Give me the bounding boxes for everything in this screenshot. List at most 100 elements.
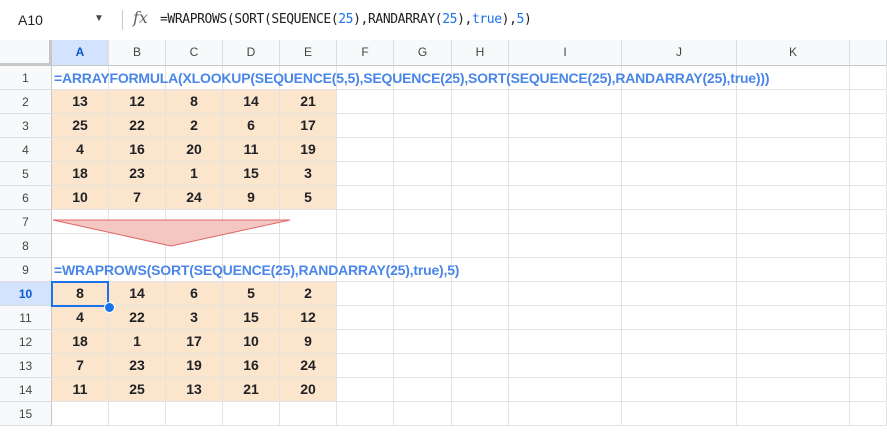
- grid-cell[interactable]: [850, 354, 887, 378]
- grid-cell[interactable]: [737, 354, 850, 378]
- grid-cell[interactable]: 15: [223, 306, 280, 330]
- grid-cell[interactable]: 13: [166, 378, 223, 402]
- grid-cell[interactable]: [337, 114, 394, 138]
- grid-cell[interactable]: 5: [280, 186, 337, 210]
- grid-cell[interactable]: 14: [109, 282, 166, 306]
- grid-cell[interactable]: [622, 138, 737, 162]
- select-all-corner[interactable]: [0, 40, 52, 66]
- grid-cell[interactable]: 9: [223, 186, 280, 210]
- grid-cell[interactable]: [337, 306, 394, 330]
- grid-cell[interactable]: [452, 210, 509, 234]
- grid-cell[interactable]: [452, 402, 509, 426]
- grid-cell[interactable]: 10: [223, 330, 280, 354]
- grid-cell[interactable]: [850, 402, 887, 426]
- grid-cell[interactable]: 1: [166, 162, 223, 186]
- grid-cell[interactable]: [737, 234, 850, 258]
- grid-cell[interactable]: 5: [223, 282, 280, 306]
- grid-cell[interactable]: [737, 306, 850, 330]
- grid-cell[interactable]: 19: [166, 354, 223, 378]
- row-header-15[interactable]: 15: [0, 402, 52, 426]
- grid-cell[interactable]: [850, 306, 887, 330]
- row-header-5[interactable]: 5: [0, 162, 52, 186]
- grid-cell[interactable]: [394, 354, 452, 378]
- grid-cell[interactable]: [337, 210, 394, 234]
- grid-cell[interactable]: [737, 90, 850, 114]
- grid-cell[interactable]: [509, 354, 622, 378]
- grid-cell[interactable]: 3: [280, 162, 337, 186]
- grid-cell[interactable]: [737, 402, 850, 426]
- grid-cell[interactable]: [337, 186, 394, 210]
- row-header-8[interactable]: 8: [0, 234, 52, 258]
- grid-cell[interactable]: [452, 114, 509, 138]
- grid-cell[interactable]: [737, 210, 850, 234]
- grid-cell[interactable]: [509, 258, 622, 282]
- grid-cell[interactable]: [509, 186, 622, 210]
- grid-cell[interactable]: [509, 162, 622, 186]
- grid-cell[interactable]: [394, 138, 452, 162]
- grid-cell[interactable]: [394, 330, 452, 354]
- grid-cell[interactable]: [337, 234, 394, 258]
- row-header-3[interactable]: 3: [0, 114, 52, 138]
- grid-cell[interactable]: [394, 186, 452, 210]
- grid-cell[interactable]: [166, 402, 223, 426]
- grid-cell[interactable]: [337, 90, 394, 114]
- grid-cell[interactable]: 12: [280, 306, 337, 330]
- grid-cell[interactable]: 13: [52, 90, 109, 114]
- grid-cell[interactable]: [622, 210, 737, 234]
- grid-cell[interactable]: [394, 90, 452, 114]
- grid-cell[interactable]: 15: [223, 162, 280, 186]
- column-header-f[interactable]: F: [337, 40, 394, 66]
- grid-cell[interactable]: [737, 114, 850, 138]
- grid-cell[interactable]: 16: [223, 354, 280, 378]
- row-header-14[interactable]: 14: [0, 378, 52, 402]
- grid-cell[interactable]: [509, 330, 622, 354]
- grid-cell[interactable]: [622, 114, 737, 138]
- grid-cell[interactable]: 7: [52, 354, 109, 378]
- grid-cell[interactable]: 17: [166, 330, 223, 354]
- grid-cell[interactable]: 2: [280, 282, 337, 306]
- grid-cell[interactable]: [509, 378, 622, 402]
- grid-cell[interactable]: [737, 138, 850, 162]
- grid-cell[interactable]: 14: [223, 90, 280, 114]
- column-header-g[interactable]: G: [394, 40, 452, 66]
- grid-cell[interactable]: [337, 162, 394, 186]
- grid-cell[interactable]: [509, 90, 622, 114]
- column-header-i[interactable]: I: [509, 40, 622, 66]
- grid-cell[interactable]: [622, 90, 737, 114]
- column-header-c[interactable]: C: [166, 40, 223, 66]
- grid-cell[interactable]: 6: [166, 282, 223, 306]
- grid-cell[interactable]: [850, 378, 887, 402]
- row-header-9[interactable]: 9: [0, 258, 52, 282]
- grid-cell[interactable]: 11: [223, 138, 280, 162]
- grid-cell[interactable]: [452, 258, 509, 282]
- grid-cell[interactable]: [737, 378, 850, 402]
- grid-cell[interactable]: [452, 330, 509, 354]
- grid-cell[interactable]: [850, 114, 887, 138]
- grid-cell[interactable]: [394, 114, 452, 138]
- grid-cell[interactable]: 20: [280, 378, 337, 402]
- grid-cell[interactable]: 7: [109, 186, 166, 210]
- grid-cell[interactable]: 3: [166, 306, 223, 330]
- grid-cell[interactable]: [509, 402, 622, 426]
- grid-cell[interactable]: [737, 330, 850, 354]
- grid-cell[interactable]: [394, 210, 452, 234]
- grid-cell[interactable]: [509, 282, 622, 306]
- grid-cell[interactable]: 10: [52, 186, 109, 210]
- grid-cell[interactable]: 25: [52, 114, 109, 138]
- grid-cell[interactable]: 11: [52, 378, 109, 402]
- grid-cell[interactable]: [509, 138, 622, 162]
- column-header-b[interactable]: B: [109, 40, 166, 66]
- row-header-10[interactable]: 10: [0, 282, 52, 306]
- grid-cell[interactable]: [452, 282, 509, 306]
- row-header-1[interactable]: 1: [0, 66, 52, 90]
- column-header-k[interactable]: K: [737, 40, 850, 66]
- column-header-d[interactable]: D: [223, 40, 280, 66]
- row-header-11[interactable]: 11: [0, 306, 52, 330]
- grid-cell[interactable]: [52, 402, 109, 426]
- grid-cell[interactable]: [622, 306, 737, 330]
- row-header-7[interactable]: 7: [0, 210, 52, 234]
- grid-cell[interactable]: [452, 378, 509, 402]
- grid-cell[interactable]: [337, 282, 394, 306]
- fill-handle[interactable]: [104, 302, 115, 313]
- grid-cell[interactable]: [109, 402, 166, 426]
